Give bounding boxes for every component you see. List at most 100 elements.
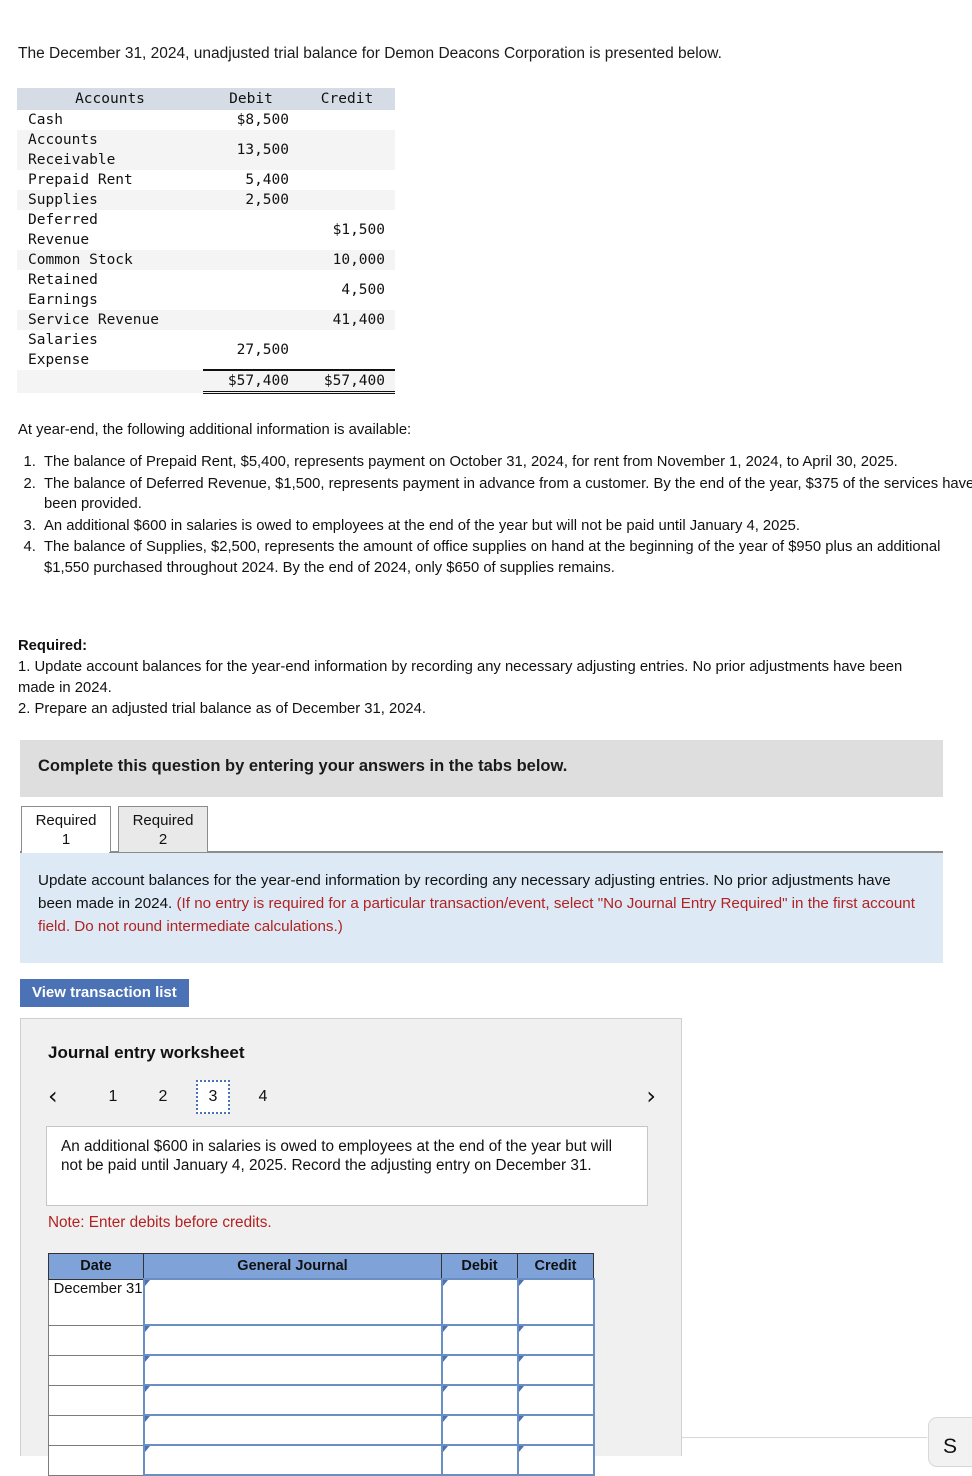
account-debit bbox=[203, 270, 299, 310]
page-button-2[interactable]: 2 bbox=[150, 1083, 176, 1111]
account-name: Salaries Expense bbox=[28, 332, 98, 368]
account-debit: 5,400 bbox=[245, 172, 289, 188]
journal-credit-input[interactable] bbox=[516, 1354, 595, 1386]
table-row: Deferred Revenue $1,500 bbox=[17, 210, 395, 250]
table-row bbox=[48, 1444, 595, 1476]
journal-credit-input[interactable] bbox=[516, 1414, 595, 1446]
journal-debit-input[interactable] bbox=[440, 1414, 519, 1446]
worksheet-title: Journal entry worksheet bbox=[48, 1043, 245, 1062]
table-row: Accounts Receivable 13,500 bbox=[17, 130, 395, 170]
journal-account-input[interactable] bbox=[142, 1354, 443, 1386]
account-debit: 2,500 bbox=[203, 190, 299, 210]
account-debit: $8,500 bbox=[236, 112, 289, 128]
account-debit bbox=[203, 210, 299, 250]
journal-credit-input[interactable] bbox=[516, 1384, 595, 1416]
account-name: Supplies bbox=[17, 190, 203, 210]
table-row: Salaries Expense 27,500 bbox=[17, 330, 395, 370]
tab-required-2[interactable]: Required 2 bbox=[118, 806, 208, 852]
trial-balance-header-row: Accounts Debit Credit bbox=[17, 88, 395, 110]
total-debit: $57,400 bbox=[203, 369, 299, 394]
account-credit: 10,000 bbox=[299, 250, 395, 270]
table-row: Retained Earnings 4,500 bbox=[17, 270, 395, 310]
journal-date-cell[interactable] bbox=[48, 1324, 144, 1356]
list-item: The balance of Supplies, $2,500, represe… bbox=[40, 537, 972, 578]
journal-date-cell[interactable]: December 31 bbox=[48, 1278, 144, 1326]
account-name: Prepaid Rent bbox=[28, 172, 133, 188]
journal-date-cell[interactable] bbox=[48, 1354, 144, 1386]
journal-debit-input[interactable] bbox=[440, 1354, 519, 1386]
save-button[interactable]: S bbox=[928, 1417, 972, 1467]
journal-credit-input[interactable] bbox=[516, 1324, 595, 1356]
journal-account-input[interactable] bbox=[142, 1324, 443, 1356]
chevron-left-icon[interactable]: ‹ bbox=[48, 1081, 58, 1111]
journal-header-debit: Debit bbox=[441, 1253, 518, 1280]
active-tab-rule-cover bbox=[22, 851, 109, 853]
journal-credit-input[interactable] bbox=[516, 1278, 595, 1326]
account-debit: 13,500 bbox=[203, 130, 299, 170]
debits-before-credits-note: Note: Enter debits before credits. bbox=[48, 1214, 272, 1231]
table-row bbox=[48, 1384, 595, 1416]
journal-header-date: Date bbox=[48, 1253, 144, 1280]
trial-balance-total-row: $57,400 $57,400 bbox=[17, 369, 395, 394]
account-debit bbox=[203, 310, 299, 330]
account-name: Accounts Receivable bbox=[17, 130, 203, 170]
journal-date-cell[interactable] bbox=[48, 1444, 144, 1476]
account-debit bbox=[203, 250, 299, 270]
account-name: Retained Earnings bbox=[28, 272, 98, 308]
required-section: Required: 1. Update account balances for… bbox=[18, 636, 918, 720]
table-row: Supplies 2,500 bbox=[17, 190, 395, 210]
journal-debit-input[interactable] bbox=[440, 1278, 519, 1326]
table-row: Service Revenue 41,400 bbox=[17, 310, 395, 330]
journal-header-general-journal: General Journal bbox=[143, 1253, 442, 1280]
general-journal-table: Date General Journal Debit Credit Decemb… bbox=[48, 1253, 595, 1476]
table-row bbox=[48, 1354, 595, 1386]
account-name: Cash bbox=[28, 112, 63, 128]
account-credit bbox=[299, 330, 395, 370]
journal-account-input[interactable] bbox=[142, 1278, 443, 1326]
header-debit: Debit bbox=[203, 88, 299, 110]
account-name: Deferred Revenue bbox=[28, 212, 98, 248]
additional-info-list: The balance of Prepaid Rent, $5,400, rep… bbox=[14, 452, 972, 579]
journal-account-input[interactable] bbox=[142, 1444, 443, 1476]
page-button-3[interactable]: 3 bbox=[196, 1080, 230, 1114]
table-row: December 31 bbox=[48, 1278, 595, 1326]
chevron-right-icon[interactable]: › bbox=[646, 1081, 656, 1111]
page-button-1[interactable]: 1 bbox=[100, 1083, 126, 1111]
table-row bbox=[48, 1414, 595, 1446]
footer-divider bbox=[682, 1437, 927, 1438]
account-name: Common Stock bbox=[17, 250, 203, 270]
total-credit: $57,400 bbox=[299, 369, 395, 394]
journal-header-row: Date General Journal Debit Credit bbox=[48, 1253, 594, 1280]
tab-required-1[interactable]: Required 1 bbox=[21, 806, 111, 852]
account-credit: 4,500 bbox=[341, 282, 385, 298]
account-credit bbox=[299, 190, 395, 210]
journal-debit-input[interactable] bbox=[440, 1444, 519, 1476]
page-button-4[interactable]: 4 bbox=[250, 1083, 276, 1111]
header-accounts: Accounts bbox=[17, 88, 203, 110]
instruction-panel: Update account balances for the year-end… bbox=[20, 853, 943, 963]
journal-credit-input[interactable] bbox=[516, 1444, 595, 1476]
table-row: Prepaid Rent 5,400 bbox=[17, 170, 395, 190]
table-row: Cash $8,500 bbox=[17, 110, 395, 130]
unadjusted-trial-balance: Accounts Debit Credit Cash $8,500 Accoun… bbox=[17, 88, 395, 394]
account-name: Service Revenue bbox=[17, 310, 203, 330]
account-credit bbox=[299, 110, 395, 130]
view-transaction-list-button[interactable]: View transaction list bbox=[20, 979, 189, 1007]
page-intro-text: The December 31, 2024, unadjusted trial … bbox=[18, 45, 722, 62]
required-title: Required: bbox=[18, 638, 88, 654]
account-credit bbox=[299, 170, 395, 190]
additional-info-lead: At year-end, the following additional in… bbox=[18, 422, 412, 438]
table-row bbox=[48, 1324, 595, 1356]
journal-account-input[interactable] bbox=[142, 1384, 443, 1416]
journal-date-cell[interactable] bbox=[48, 1384, 144, 1416]
journal-debit-input[interactable] bbox=[440, 1324, 519, 1356]
journal-account-input[interactable] bbox=[142, 1414, 443, 1446]
list-item: An additional $600 in salaries is owed t… bbox=[40, 516, 972, 537]
account-credit bbox=[299, 130, 395, 170]
list-item: The balance of Prepaid Rent, $5,400, rep… bbox=[40, 452, 972, 473]
journal-date-cell[interactable] bbox=[48, 1414, 144, 1446]
banner-text: Complete this question by entering your … bbox=[38, 757, 568, 775]
journal-debit-input[interactable] bbox=[440, 1384, 519, 1416]
list-item: The balance of Deferred Revenue, $1,500,… bbox=[40, 474, 972, 515]
complete-question-banner: Complete this question by entering your … bbox=[20, 740, 943, 797]
